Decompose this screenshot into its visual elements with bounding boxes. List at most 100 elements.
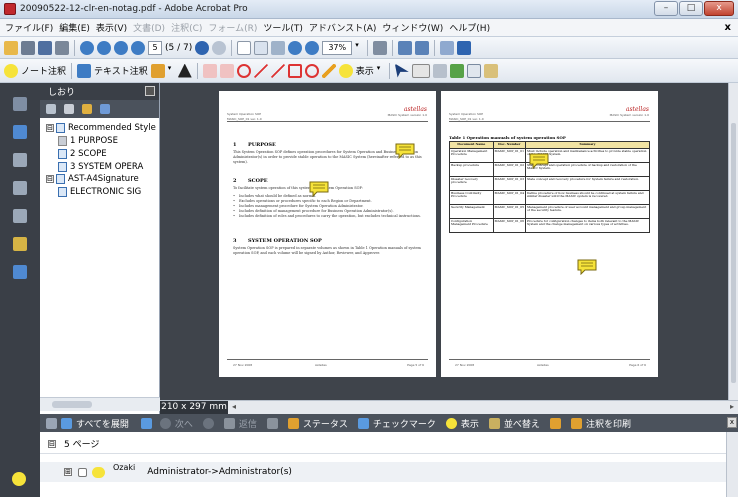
comment-entry[interactable]: ⊞ Ozaki Administrator->Administrator(s) xyxy=(40,462,726,482)
content-panel-icon[interactable] xyxy=(13,265,27,279)
oval-icon[interactable] xyxy=(236,63,251,78)
bookmark-item-recommended-style[interactable]: ⊟ Recommended Style xyxy=(40,122,159,134)
next-comment-button[interactable]: 次へ xyxy=(175,417,193,430)
comment-note-icon[interactable] xyxy=(577,259,597,275)
comments-panel-close-icon[interactable]: x xyxy=(727,417,737,428)
sort-icon[interactable] xyxy=(488,417,500,429)
pencil-icon[interactable] xyxy=(321,63,336,78)
text-edit-button[interactable]: テキスト注釈 xyxy=(94,64,148,77)
hand-tool-icon[interactable] xyxy=(254,40,269,55)
menu-window[interactable]: ウィンドウ(W) xyxy=(379,21,446,34)
stamp-dropdown-icon[interactable]: ▾ xyxy=(168,64,175,78)
comment-page-group[interactable]: ⊟ 5 ページ xyxy=(40,434,726,454)
expand-bookmark-icon[interactable] xyxy=(100,104,110,114)
collapse-toggle-icon[interactable]: ⊟ xyxy=(46,124,54,132)
fit-width-icon[interactable] xyxy=(415,40,430,55)
select-tool-icon[interactable] xyxy=(237,40,252,55)
zoom-dropdown-icon[interactable]: ▾ xyxy=(355,41,362,55)
menu-document[interactable]: 文書(D) xyxy=(130,21,168,34)
back-view-icon[interactable] xyxy=(195,40,210,55)
menu-advanced[interactable]: アドバンスト(A) xyxy=(306,21,379,34)
search-comments-icon[interactable] xyxy=(549,417,561,429)
menu-view[interactable]: 表示(V) xyxy=(93,21,130,34)
delete-comment-icon[interactable] xyxy=(266,417,278,429)
minimize-button[interactable]: – xyxy=(654,1,678,16)
line-icon[interactable] xyxy=(270,63,285,78)
snapshot-icon[interactable] xyxy=(373,40,388,55)
print-comments-button[interactable]: 注釈を印刷 xyxy=(586,417,631,430)
forward-view-icon[interactable] xyxy=(212,40,227,55)
collapse-toggle-icon[interactable]: ⊟ xyxy=(46,175,54,183)
comment-checkbox[interactable] xyxy=(78,467,87,477)
bookmarks-horizontal-scrollbar[interactable] xyxy=(40,397,160,411)
bookmark-options-icon[interactable] xyxy=(46,104,56,114)
show-comments-button[interactable]: 表示 xyxy=(356,64,374,77)
show-dropdown-icon[interactable]: ▾ xyxy=(377,64,384,78)
zoom-out-icon[interactable] xyxy=(288,40,303,55)
comment-note-icon[interactable] xyxy=(529,153,549,169)
next-arrow-icon[interactable] xyxy=(202,417,214,429)
save-icon[interactable] xyxy=(38,40,52,55)
scrollbar-thumb[interactable] xyxy=(52,401,92,408)
menu-tools[interactable]: ツール(T) xyxy=(260,21,306,34)
find-icon[interactable] xyxy=(55,40,69,55)
rectangle-icon[interactable] xyxy=(287,63,302,78)
layers-panel-icon[interactable] xyxy=(13,153,27,167)
comments-panel-icon[interactable] xyxy=(12,472,26,486)
page-number-input[interactable]: 5 xyxy=(148,40,162,55)
scroll-right-icon[interactable]: ▸ xyxy=(730,402,734,411)
reply-icon[interactable] xyxy=(223,417,235,429)
checkmark-button[interactable]: チェックマーク xyxy=(373,417,436,430)
show-button[interactable]: 表示 xyxy=(461,417,479,430)
maximize-button[interactable]: □ xyxy=(679,1,703,16)
ok-text-icon[interactable] xyxy=(411,63,430,78)
stamp-icon[interactable] xyxy=(150,63,165,78)
collapse-all-icon[interactable] xyxy=(140,417,152,429)
pages-panel-icon[interactable] xyxy=(13,97,27,111)
zoom-tool-icon[interactable] xyxy=(271,40,286,55)
new-bookmark-icon[interactable] xyxy=(82,104,92,114)
signatures-panel-icon[interactable] xyxy=(13,181,27,195)
comment-note-icon[interactable] xyxy=(309,181,329,197)
first-page-icon[interactable] xyxy=(80,40,94,55)
approve-icon[interactable] xyxy=(449,63,464,78)
comment-note-icon[interactable] xyxy=(395,143,415,159)
tags-panel-icon[interactable] xyxy=(13,237,27,251)
reply-button[interactable]: 返信 xyxy=(239,417,257,430)
callout-icon[interactable] xyxy=(202,63,217,78)
expand-all-icon[interactable] xyxy=(61,417,72,429)
zoom-in-icon[interactable] xyxy=(305,40,320,55)
two-page-icon[interactable] xyxy=(457,40,472,55)
bookmarks-panel-icon[interactable] xyxy=(13,125,27,139)
status-button[interactable]: ステータス xyxy=(303,417,348,430)
edit-comment-icon[interactable] xyxy=(483,63,498,78)
zoom-level-input[interactable]: 37% xyxy=(322,40,353,55)
scrollbar-thumb[interactable] xyxy=(731,123,736,383)
menu-edit[interactable]: 編集(E) xyxy=(56,21,93,34)
arrow-icon[interactable] xyxy=(253,63,268,78)
previous-comment-icon[interactable] xyxy=(159,417,171,429)
select-pointer-icon[interactable] xyxy=(394,63,409,78)
bookmark-item-scope[interactable]: 2 SCOPE xyxy=(40,147,159,160)
panel-options-icon[interactable] xyxy=(145,86,155,96)
menu-file[interactable]: ファイル(F) xyxy=(2,21,56,34)
open-folder-icon[interactable] xyxy=(4,40,18,55)
fit-page-icon[interactable] xyxy=(398,40,413,55)
checkmark-icon[interactable] xyxy=(357,417,369,429)
menu-help[interactable]: ヘルプ(H) xyxy=(446,21,493,34)
attach-icon[interactable] xyxy=(432,63,447,78)
bookmark-item-system-operation[interactable]: 3 SYSTEM OPERA xyxy=(40,160,159,173)
sort-button[interactable]: 並べ替え xyxy=(504,417,540,430)
comments-vertical-scrollbar[interactable] xyxy=(726,432,738,497)
summary-icon[interactable] xyxy=(466,63,481,78)
bookmark-item-purpose[interactable]: 1 PURPOSE xyxy=(40,134,159,147)
comments-options-icon[interactable] xyxy=(46,417,57,429)
delete-bookmark-icon[interactable] xyxy=(64,104,74,114)
textbox-icon[interactable] xyxy=(219,63,234,78)
model-tree-panel-icon[interactable] xyxy=(13,209,27,223)
highlight-icon[interactable] xyxy=(177,63,192,78)
status-icon[interactable] xyxy=(287,417,299,429)
show-comments-icon[interactable] xyxy=(338,63,353,78)
cloud-icon[interactable] xyxy=(304,63,319,78)
document-view[interactable]: System Operation SOP MASIC_SOP_01 ver. 1… xyxy=(160,83,728,400)
